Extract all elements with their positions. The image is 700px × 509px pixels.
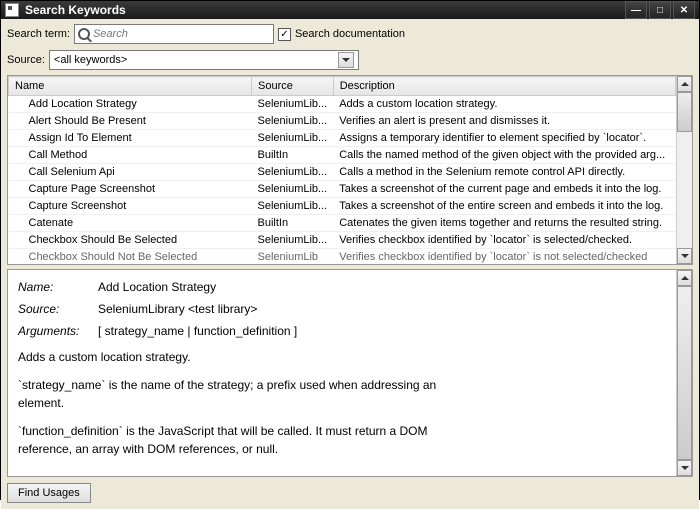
cell-source: SeleniumLib... [252, 113, 334, 130]
table-row[interactable]: CatenateBuiltInCatenates the given items… [9, 215, 676, 232]
col-source[interactable]: Source [252, 77, 334, 96]
window-title: Search Keywords [25, 3, 625, 17]
detail-name-value: Add Location Strategy [98, 278, 216, 296]
detail-para: `function_definition` is the JavaScript … [18, 422, 458, 458]
detail-source-value: SeleniumLibrary <test library> [98, 300, 257, 318]
cell-name: Assign Id To Element [9, 130, 252, 147]
table-row[interactable]: Add Location StrategySeleniumLib...Adds … [9, 96, 676, 113]
table-header-row: Name Source Description [9, 77, 676, 96]
detail-description: Adds a custom location strategy. `strate… [18, 348, 666, 458]
close-button[interactable]: ✕ [673, 1, 695, 19]
cell-name: Add Location Strategy [9, 96, 252, 113]
keyword-table-area: Name Source Description Add Location Str… [7, 75, 693, 265]
source-selected: <all keywords> [54, 54, 127, 66]
chevron-down-icon [338, 52, 354, 68]
cell-name: Call Method [9, 147, 252, 164]
cell-desc: Takes a screenshot of the current page a… [333, 181, 675, 198]
search-input-wrap[interactable] [74, 24, 274, 44]
detail-body: Name: Add Location Strategy Source: Sele… [8, 270, 676, 476]
detail-source-label: Source: [18, 300, 98, 318]
detail-scrollbar[interactable] [676, 270, 692, 476]
search-row: Search term: ✓ Search documentation [3, 21, 697, 47]
table-row[interactable]: Checkbox Should Not Be SelectedSeleniumL… [9, 249, 676, 265]
cell-source: SeleniumLib... [252, 164, 334, 181]
cell-name: Capture Screenshot [9, 198, 252, 215]
cell-name: Catenate [9, 215, 252, 232]
cell-name: Checkbox Should Not Be Selected [9, 249, 252, 265]
scroll-track[interactable] [677, 92, 692, 248]
table-row[interactable]: Assign Id To ElementSeleniumLib...Assign… [9, 130, 676, 147]
table-row[interactable]: Capture ScreenshotSeleniumLib...Takes a … [9, 198, 676, 215]
table-row[interactable]: Call MethodBuiltInCalls the named method… [9, 147, 676, 164]
cell-name: Checkbox Should Be Selected [9, 232, 252, 249]
cell-desc: Verifies checkbox identified by `locator… [333, 232, 675, 249]
cell-desc: Takes a screenshot of the entire screen … [333, 198, 675, 215]
cell-name: Call Selenium Api [9, 164, 252, 181]
col-description[interactable]: Description [333, 77, 675, 96]
app-icon [5, 3, 19, 17]
window-buttons: — □ ✕ [625, 1, 695, 19]
cell-name: Capture Page Screenshot [9, 181, 252, 198]
cell-desc: Calls the named method of the given obje… [333, 147, 675, 164]
cell-source: SeleniumLib... [252, 232, 334, 249]
minimize-button[interactable]: — [625, 1, 647, 19]
table-row[interactable]: Alert Should Be PresentSeleniumLib...Ver… [9, 113, 676, 130]
detail-args-label: Arguments: [18, 322, 98, 340]
source-row: Source: <all keywords> [3, 47, 697, 73]
scroll-down-icon[interactable] [677, 460, 692, 476]
cell-name: Alert Should Be Present [9, 113, 252, 130]
cell-source: SeleniumLib... [252, 130, 334, 147]
find-usages-button[interactable]: Find Usages [7, 483, 91, 503]
cell-source: SeleniumLib [252, 249, 334, 265]
scroll-thumb[interactable] [677, 286, 692, 460]
scroll-up-icon[interactable] [677, 270, 692, 286]
scroll-thumb[interactable] [677, 92, 692, 132]
table-row[interactable]: Checkbox Should Be SelectedSeleniumLib..… [9, 232, 676, 249]
cell-source: SeleniumLib... [252, 96, 334, 113]
table-scroll: Name Source Description Add Location Str… [8, 76, 676, 264]
keyword-table: Name Source Description Add Location Str… [8, 76, 676, 264]
maximize-button[interactable]: □ [649, 1, 671, 19]
scroll-up-icon[interactable] [677, 76, 692, 92]
search-doc-checkbox[interactable]: ✓ [278, 28, 291, 41]
detail-name-label: Name: [18, 278, 98, 296]
source-label: Source: [7, 54, 45, 66]
cell-desc: Adds a custom location strategy. [333, 96, 675, 113]
table-row[interactable]: Capture Page ScreenshotSeleniumLib...Tak… [9, 181, 676, 198]
cell-source: BuiltIn [252, 215, 334, 232]
scroll-down-icon[interactable] [677, 248, 692, 264]
cell-desc: Verifies checkbox identified by `locator… [333, 249, 675, 265]
cell-desc: Assigns a temporary identifier to elemen… [333, 130, 675, 147]
search-input[interactable] [93, 28, 270, 40]
col-name[interactable]: Name [9, 77, 252, 96]
footer-area: Find Usages [3, 479, 697, 507]
source-select[interactable]: <all keywords> [49, 50, 359, 70]
search-term-label: Search term: [7, 28, 70, 40]
scroll-track[interactable] [677, 286, 692, 460]
cell-source: BuiltIn [252, 147, 334, 164]
detail-para: Adds a custom location strategy. [18, 348, 666, 366]
cell-desc: Catenates the given items together and r… [333, 215, 675, 232]
table-scrollbar[interactable] [676, 76, 692, 264]
cell-source: SeleniumLib... [252, 181, 334, 198]
cell-desc: Verifies an alert is present and dismiss… [333, 113, 675, 130]
titlebar: Search Keywords — □ ✕ [1, 1, 699, 19]
search-keywords-window: Search Keywords — □ ✕ Search term: ✓ Sea… [0, 0, 700, 500]
detail-args-value: [ strategy_name | function_definition ] [98, 322, 297, 340]
cell-source: SeleniumLib... [252, 198, 334, 215]
search-doc-label: Search documentation [295, 28, 405, 40]
search-icon [78, 28, 90, 40]
detail-para: `strategy_name` is the name of the strat… [18, 376, 438, 412]
cell-desc: Calls a method in the Selenium remote co… [333, 164, 675, 181]
detail-area: Name: Add Location Strategy Source: Sele… [7, 269, 693, 477]
table-row[interactable]: Call Selenium ApiSeleniumLib...Calls a m… [9, 164, 676, 181]
content-area: Search term: ✓ Search documentation Sour… [1, 19, 699, 509]
